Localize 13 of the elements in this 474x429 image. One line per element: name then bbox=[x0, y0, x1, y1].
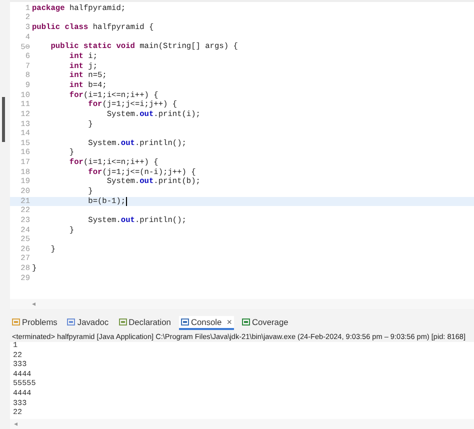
tab-icon bbox=[12, 318, 20, 326]
tab-icon bbox=[242, 318, 250, 326]
panel-tab[interactable]: Coverage bbox=[240, 316, 290, 330]
monitor-icon bbox=[180, 318, 189, 326]
panel-tab[interactable]: Javadoc bbox=[65, 316, 111, 330]
close-icon[interactable]: × bbox=[226, 317, 232, 327]
tab-icon bbox=[67, 318, 76, 326]
tab-icon bbox=[118, 318, 127, 326]
text-cursor bbox=[126, 197, 127, 206]
panel-tab[interactable]: Console × bbox=[178, 316, 234, 330]
overview-ruler bbox=[2, 97, 5, 142]
panel-tab[interactable]: Declaration bbox=[116, 316, 173, 330]
panel-tab[interactable]: Problems bbox=[10, 316, 60, 330]
